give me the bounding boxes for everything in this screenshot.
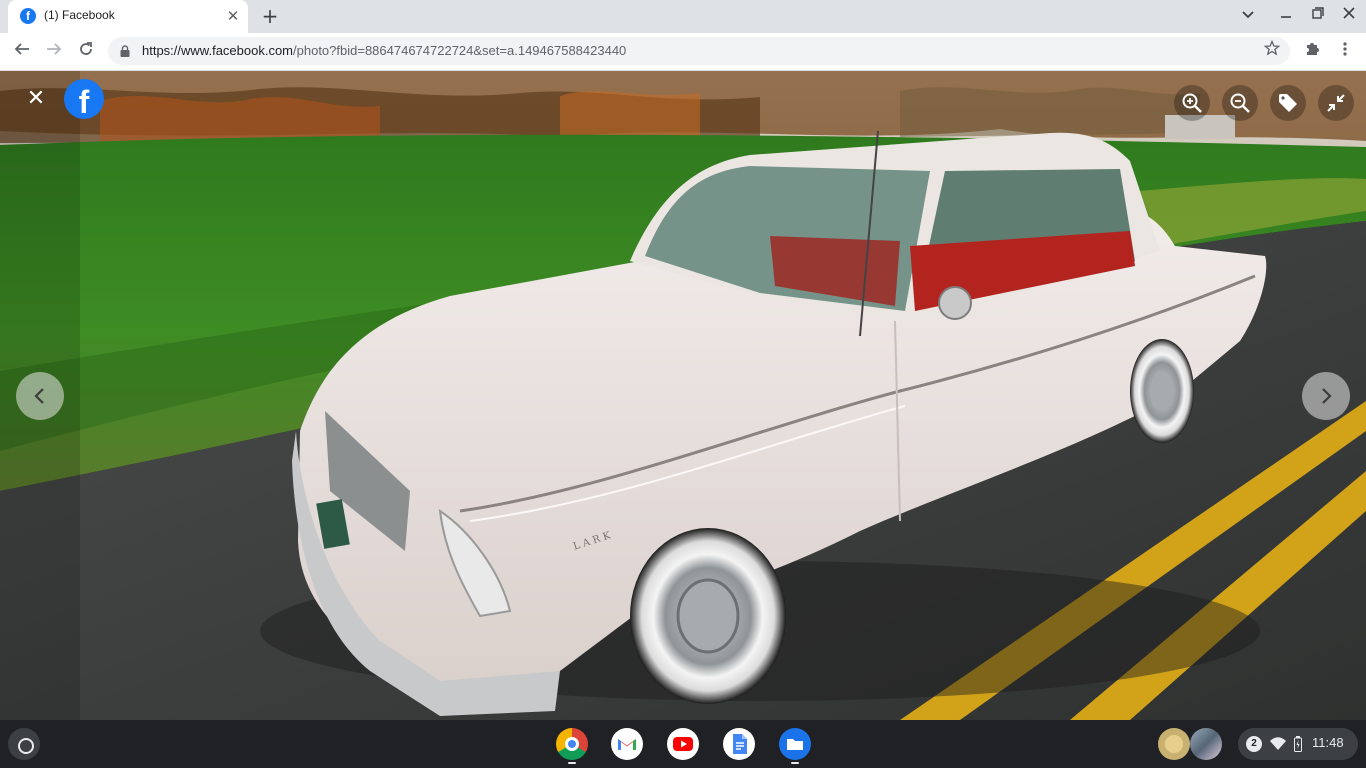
next-photo-button[interactable] (1302, 372, 1350, 420)
tag-icon[interactable] (1270, 85, 1306, 121)
wifi-icon (1270, 737, 1286, 750)
lock-icon (120, 45, 130, 57)
photo-viewer: L A R K ✕ f (0, 71, 1366, 720)
holding-space-thumbnail[interactable] (1158, 728, 1190, 760)
gmail-app-icon[interactable] (611, 728, 643, 760)
star-icon[interactable] (1263, 39, 1281, 61)
window-close-icon[interactable] (1338, 6, 1360, 26)
zoom-out-icon[interactable] (1222, 85, 1258, 121)
chevron-left-icon (34, 388, 44, 404)
extensions-icon[interactable] (1301, 41, 1323, 63)
minimize-icon[interactable] (1275, 6, 1297, 26)
new-tab-button[interactable]: + (259, 5, 281, 27)
tab-close-icon[interactable]: ✕ (224, 7, 242, 25)
car-photo[interactable]: L A R K (0, 71, 1366, 720)
close-viewer-icon[interactable]: ✕ (20, 83, 52, 115)
zoom-in-icon[interactable] (1174, 85, 1210, 121)
facebook-logo-icon[interactable]: f (64, 79, 104, 120)
chrome-app-icon[interactable] (556, 728, 588, 760)
notification-count-badge: 2 (1246, 736, 1262, 752)
previous-photo-button[interactable] (16, 372, 64, 420)
tab-title: (1) Facebook (44, 8, 115, 22)
docs-app-icon[interactable] (723, 728, 755, 760)
restore-icon[interactable] (1307, 6, 1329, 26)
back-arrow-icon[interactable] (10, 40, 34, 64)
chrome-running-indicator (568, 762, 576, 764)
address-bar[interactable]: https://www.facebook.com/photo?fbid=8864… (108, 37, 1290, 65)
forward-arrow-icon[interactable] (42, 40, 66, 64)
launcher-button[interactable] (8, 728, 40, 760)
clock: 11:48 (1312, 735, 1344, 750)
url-text: https://www.facebook.com/photo?fbid=8864… (142, 43, 627, 58)
files-running-indicator (791, 762, 799, 764)
exit-fullscreen-icon[interactable] (1318, 85, 1354, 121)
files-app-icon[interactable] (779, 728, 811, 760)
status-tray[interactable]: 2 11:48 (1238, 728, 1358, 760)
browser-tab[interactable]: f (1) Facebook ✕ (8, 0, 248, 33)
tab-strip: f (1) Facebook ✕ + (0, 0, 1366, 33)
battery-icon (1294, 736, 1302, 752)
menu-icon[interactable] (1335, 41, 1355, 63)
tab-search-icon[interactable] (1237, 6, 1259, 26)
reload-icon[interactable] (74, 40, 98, 64)
chevron-right-icon (1322, 388, 1332, 404)
holding-space-thumbnail-2[interactable] (1190, 728, 1222, 760)
youtube-app-icon[interactable] (667, 728, 699, 760)
facebook-favicon-icon: f (20, 8, 36, 24)
browser-toolbar: https://www.facebook.com/photo?fbid=8864… (0, 33, 1366, 71)
